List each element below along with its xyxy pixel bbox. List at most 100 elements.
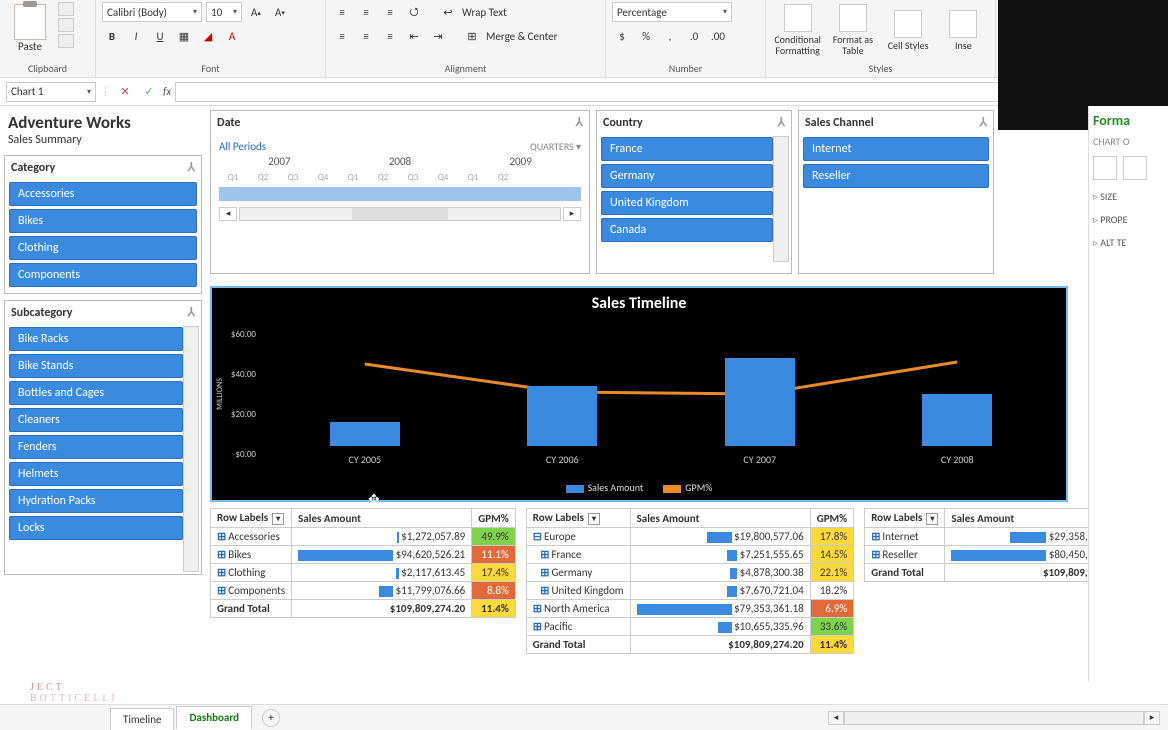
taskpane-section[interactable]: ALT TE [1093, 236, 1164, 249]
slicer-item[interactable]: Bike Racks [9, 327, 183, 351]
increase-indent-icon[interactable]: ⇥ [428, 26, 448, 46]
format-painter-icon[interactable] [58, 34, 74, 48]
cancel-icon[interactable]: ✕ [115, 82, 135, 102]
align-middle-icon[interactable]: ≡ [356, 2, 376, 22]
shrink-font-icon[interactable]: A▾ [270, 2, 290, 22]
scroll-left-icon[interactable]: ◂ [219, 207, 237, 221]
table-row[interactable]: ⊞United Kingdom $7,670,721.0418.2% [526, 582, 853, 600]
font-color-icon[interactable]: A [222, 26, 242, 46]
timeline-level[interactable]: QUARTERS [530, 140, 574, 153]
chart-bar[interactable] [330, 422, 400, 446]
table-row[interactable]: ⊞Bikes $94,620,526.2111.1% [211, 546, 516, 564]
table-row[interactable]: ⊞North America $79,353,361.186.9% [526, 600, 853, 618]
slicer-item[interactable]: Reseller [803, 164, 989, 188]
comma-icon[interactable]: , [660, 26, 680, 46]
timeline-scrollbar[interactable]: ◂ ▸ [219, 207, 581, 221]
timeline-range-bar[interactable] [219, 187, 581, 201]
table-row[interactable]: ⊞Accessories $1,272,057.8949.9% [211, 528, 516, 546]
slicer-item[interactable]: Canada [601, 218, 773, 242]
table-row[interactable]: ⊞Components $11,799,076.668.8% [211, 582, 516, 600]
table-row[interactable]: ⊞Germany $4,878,300.3822.1% [526, 564, 853, 582]
wrap-text-icon[interactable]: ↩ [438, 2, 458, 22]
font-size-combo[interactable]: 10▾ [206, 2, 242, 22]
name-box[interactable]: Chart 1▾ [6, 82, 96, 102]
slicer-item[interactable]: United Kingdom [601, 191, 773, 215]
clear-filter-icon[interactable]: ⅄ [576, 115, 583, 130]
fill-line-icon[interactable] [1093, 156, 1117, 180]
merge-center-label[interactable]: Merge & Center [486, 30, 558, 43]
copy-icon[interactable] [58, 18, 74, 32]
slicer-item[interactable]: Cleaners [9, 408, 183, 432]
borders-icon[interactable]: ▦ [174, 26, 194, 46]
clear-filter-icon[interactable]: ⅄ [188, 160, 195, 175]
insert-button[interactable]: Inse [938, 8, 989, 53]
enter-icon[interactable]: ✓ [139, 82, 159, 102]
currency-icon[interactable]: $ [612, 26, 632, 46]
taskpane-section[interactable]: SIZE [1093, 190, 1164, 203]
align-center-icon[interactable]: ≡ [356, 26, 376, 46]
add-sheet-button[interactable]: + [262, 709, 280, 727]
slicer-item[interactable]: Germany [601, 164, 773, 188]
cut-icon[interactable] [58, 2, 74, 16]
bold-button[interactable]: B [102, 26, 122, 46]
align-right-icon[interactable]: ≡ [380, 26, 400, 46]
slicer-item[interactable]: Bikes [9, 209, 197, 233]
fill-color-icon[interactable]: ◢ [198, 26, 218, 46]
font-name-combo[interactable]: Calibri (Body)▾ [102, 2, 202, 22]
clear-filter-icon[interactable]: ⅄ [980, 115, 987, 130]
pivot-header[interactable]: GPM% [472, 509, 516, 528]
slicer-item[interactable]: Hydration Packs [9, 489, 183, 513]
effects-icon[interactable] [1123, 156, 1147, 180]
slicer-item[interactable]: Components [9, 263, 197, 287]
grow-font-icon[interactable]: A▴ [246, 2, 266, 22]
underline-button[interactable]: U [150, 26, 170, 46]
table-row[interactable]: ⊟Europe $19,800,577.0617.8% [526, 528, 853, 546]
slicer-item[interactable]: Helmets [9, 462, 183, 486]
conditional-formatting-button[interactable]: Conditional Formatting [772, 2, 823, 58]
italic-button[interactable]: I [126, 26, 146, 46]
decrease-decimal-icon[interactable]: .00 [708, 26, 728, 46]
clear-filter-icon[interactable]: ⅄ [188, 305, 195, 320]
number-format-combo[interactable]: Percentage▾ [612, 2, 732, 22]
slicer-item[interactable]: Fenders [9, 435, 183, 459]
orientation-icon[interactable]: ⭯ [404, 2, 424, 22]
table-row[interactable]: ⊞Pacific $10,655,335.9633.6% [526, 618, 853, 636]
clear-filter-icon[interactable]: ⅄ [778, 115, 785, 130]
sheet-tab[interactable]: Timeline [110, 708, 174, 730]
slicer-item[interactable]: Internet [803, 137, 989, 161]
slicer-item[interactable]: Locks [9, 516, 183, 540]
horizontal-scrollbar[interactable]: ◂▸ [828, 711, 1160, 725]
table-row[interactable]: ⊞Internet $29,358,677.22 [865, 528, 1125, 546]
scroll-right-icon[interactable]: ▸ [563, 207, 581, 221]
merge-icon[interactable]: ⊞ [462, 26, 482, 46]
chart-bar[interactable] [922, 394, 992, 446]
slicer-item[interactable]: Bike Stands [9, 354, 183, 378]
chart-bar[interactable] [527, 386, 597, 446]
pivot-header[interactable]: Row Labels▾ [865, 509, 945, 528]
table-row[interactable]: ⊞Clothing $2,117,613.4517.4% [211, 564, 516, 582]
table-row[interactable]: ⊞Reseller $80,450,596.98 [865, 546, 1125, 564]
table-row[interactable]: ⊞France $7,251,555.6514.5% [526, 546, 853, 564]
slicer-item[interactable]: France [601, 137, 773, 161]
paste-button[interactable]: Paste [6, 2, 54, 55]
pivot-header[interactable]: Row Labels▾ [526, 509, 630, 528]
scroll-left-icon[interactable]: ◂ [828, 711, 844, 725]
decrease-indent-icon[interactable]: ⇤ [404, 26, 424, 46]
sheet-tab[interactable]: Dashboard [176, 706, 252, 730]
align-left-icon[interactable]: ≡ [332, 26, 352, 46]
percent-icon[interactable]: % [636, 26, 656, 46]
sales-timeline-chart[interactable]: Sales Timeline MILLIONS $0.00$20.00$40.0… [210, 286, 1068, 502]
format-as-table-button[interactable]: Format as Table [827, 2, 878, 58]
slicer-item[interactable]: Bottles and Cages [9, 381, 183, 405]
pivot-header[interactable]: Sales Amount [630, 509, 810, 528]
wrap-text-label[interactable]: Wrap Text [462, 6, 507, 19]
pivot-header[interactable]: Row Labels▾ [211, 509, 292, 528]
pivot-header[interactable]: GPM% [810, 509, 854, 528]
increase-decimal-icon[interactable]: .0 [684, 26, 704, 46]
pivot-header[interactable]: Sales Amount [292, 509, 472, 528]
slicer-item[interactable]: Clothing [9, 236, 197, 260]
cell-styles-button[interactable]: Cell Styles [883, 8, 934, 53]
align-bottom-icon[interactable]: ≡ [380, 2, 400, 22]
chart-bar[interactable] [725, 358, 795, 446]
slicer-item[interactable]: Accessories [9, 182, 197, 206]
